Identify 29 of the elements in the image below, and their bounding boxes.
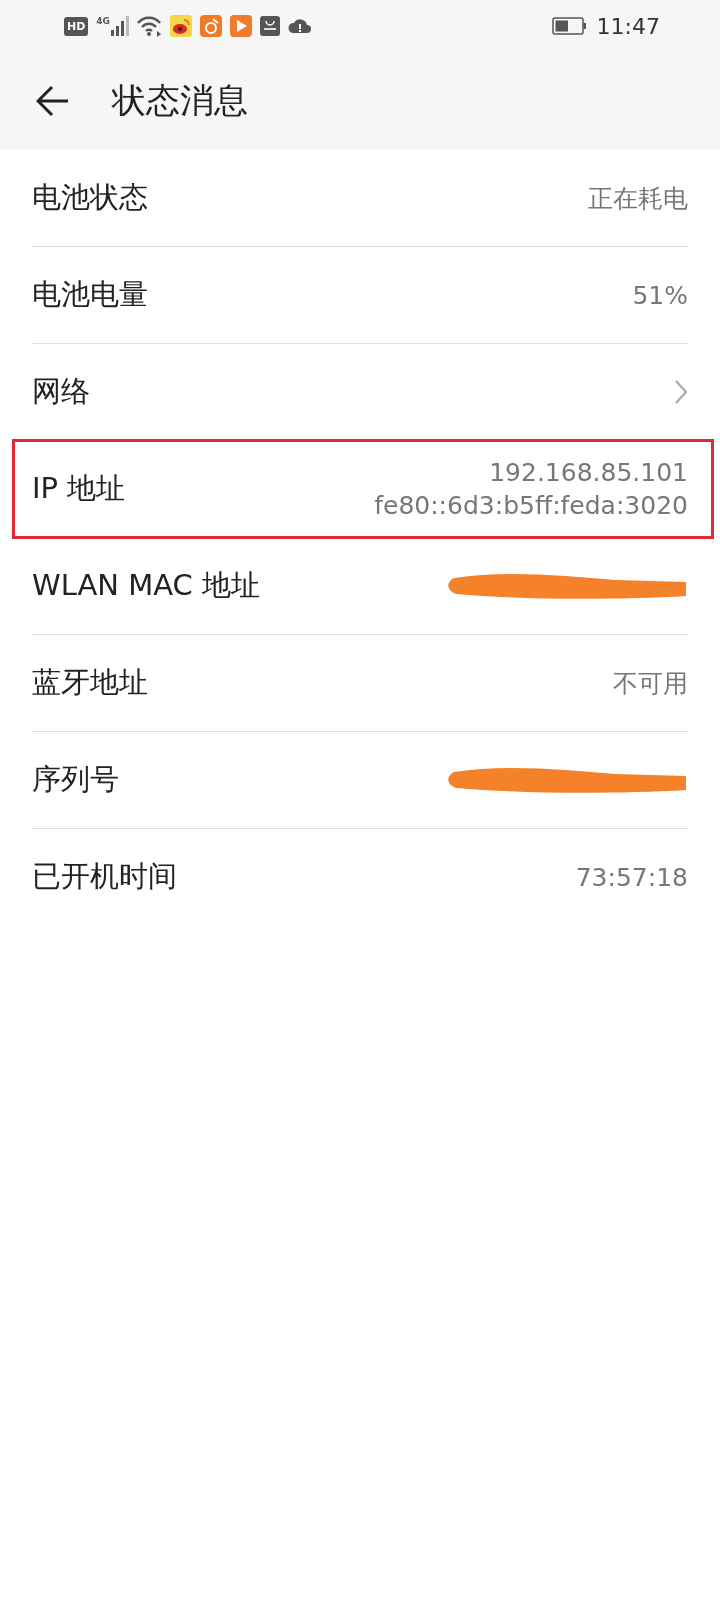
chevron-right-icon [674, 379, 688, 405]
cloud-alert-icon [288, 17, 312, 35]
back-arrow-icon [36, 85, 70, 117]
row-label: 电池状态 [32, 179, 148, 216]
row-label: IP 地址 [32, 470, 126, 507]
row-label: 已开机时间 [32, 858, 177, 895]
eye-app-icon [170, 15, 192, 37]
wifi-icon [137, 15, 162, 37]
network-row[interactable]: 网络 [32, 344, 688, 441]
row-value: 不可用 [613, 667, 688, 700]
bag-app-icon [260, 16, 280, 36]
row-label: 蓝牙地址 [32, 664, 148, 701]
row-value: 51% [632, 280, 688, 310]
signal-icon [111, 16, 129, 36]
battery-icon [551, 17, 587, 35]
page-title: 状态消息 [112, 79, 248, 122]
row-value: 73:57:18 [575, 862, 688, 892]
hd-badge: HD [64, 16, 89, 36]
row-label: 网络 [32, 373, 90, 410]
row-label: 序列号 [32, 761, 119, 798]
row-value: fe80::6d3:b5ff:feda:3020 [374, 491, 688, 520]
back-button[interactable] [36, 85, 70, 117]
clock-time: 11:47 [596, 13, 660, 39]
row-value: 192.168.85.101 [489, 458, 688, 487]
row-value: 正在耗电 [588, 182, 688, 215]
play-app-icon [230, 15, 252, 37]
row-label: WLAN MAC 地址 [32, 567, 261, 604]
network-type: 4G [96, 16, 110, 26]
row-label: 电池电量 [32, 276, 148, 313]
